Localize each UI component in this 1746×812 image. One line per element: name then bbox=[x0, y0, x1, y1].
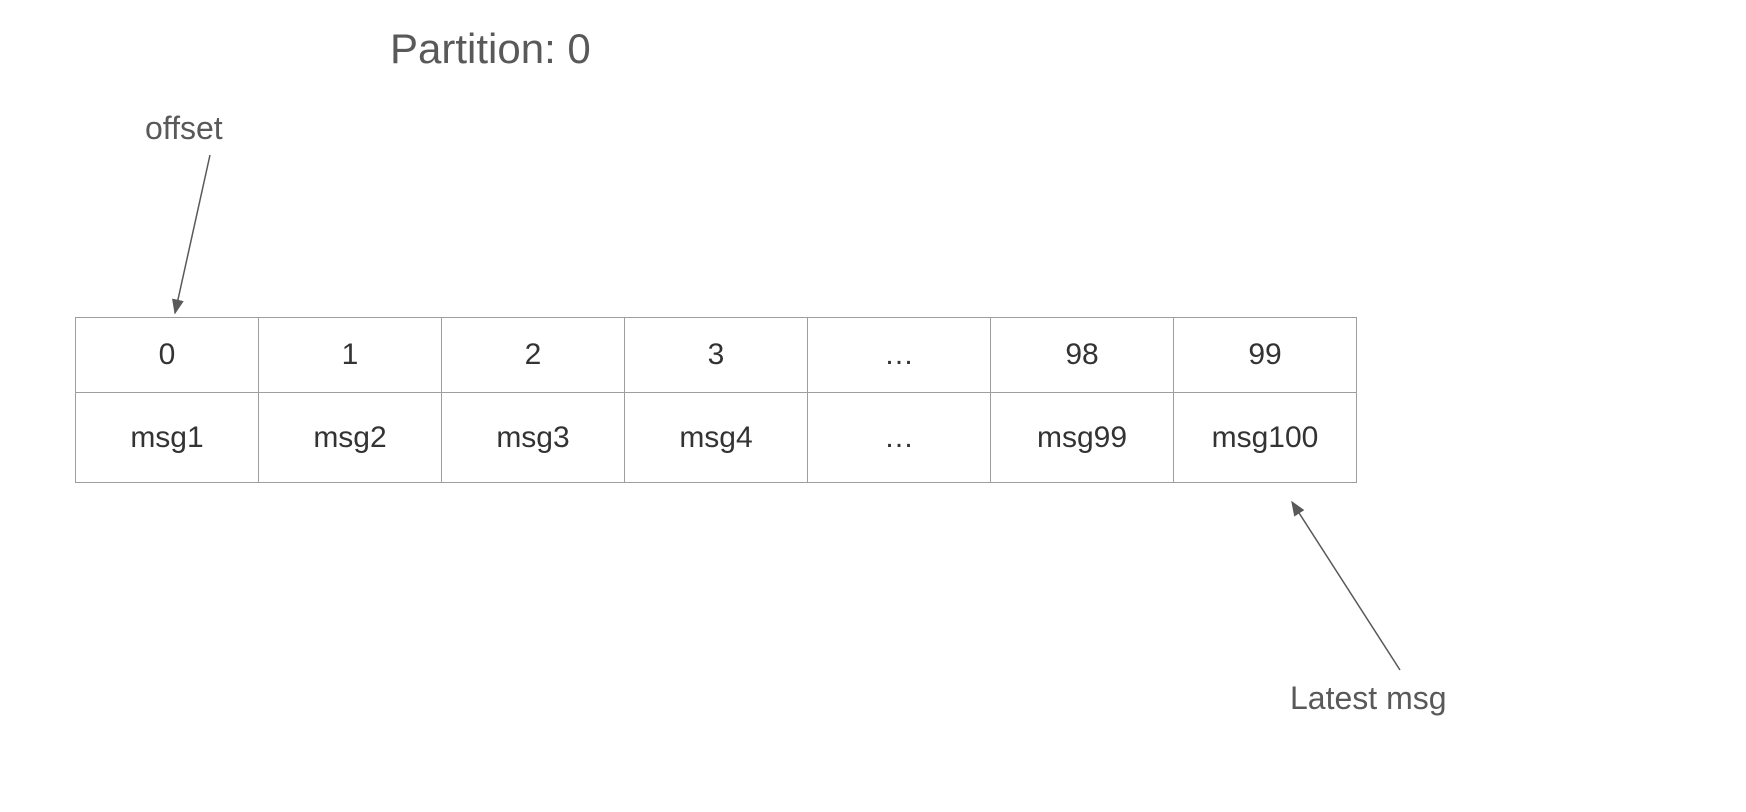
offset-row: 0 1 2 3 … 98 99 bbox=[76, 318, 1357, 393]
message-cell: msg2 bbox=[259, 393, 442, 483]
message-cell: msg100 bbox=[1174, 393, 1357, 483]
offset-cell: 1 bbox=[259, 318, 442, 393]
message-cell: msg3 bbox=[442, 393, 625, 483]
message-cell: msg99 bbox=[991, 393, 1174, 483]
offset-cell: 2 bbox=[442, 318, 625, 393]
message-row: msg1 msg2 msg3 msg4 … msg99 msg100 bbox=[76, 393, 1357, 483]
offset-label: offset bbox=[145, 110, 223, 147]
latest-arrow-icon bbox=[1280, 490, 1460, 680]
offset-cell: 99 bbox=[1174, 318, 1357, 393]
message-cell: msg4 bbox=[625, 393, 808, 483]
offset-cell: 0 bbox=[76, 318, 259, 393]
offset-cell: … bbox=[808, 318, 991, 393]
offset-cell: 98 bbox=[991, 318, 1174, 393]
offset-cell: 3 bbox=[625, 318, 808, 393]
message-cell: msg1 bbox=[76, 393, 259, 483]
partition-title: Partition: 0 bbox=[390, 25, 591, 73]
latest-msg-label: Latest msg bbox=[1290, 680, 1447, 717]
partition-table: 0 1 2 3 … 98 99 msg1 msg2 msg3 msg4 … ms… bbox=[75, 317, 1357, 483]
message-cell: … bbox=[808, 393, 991, 483]
offset-arrow-icon bbox=[150, 145, 250, 325]
